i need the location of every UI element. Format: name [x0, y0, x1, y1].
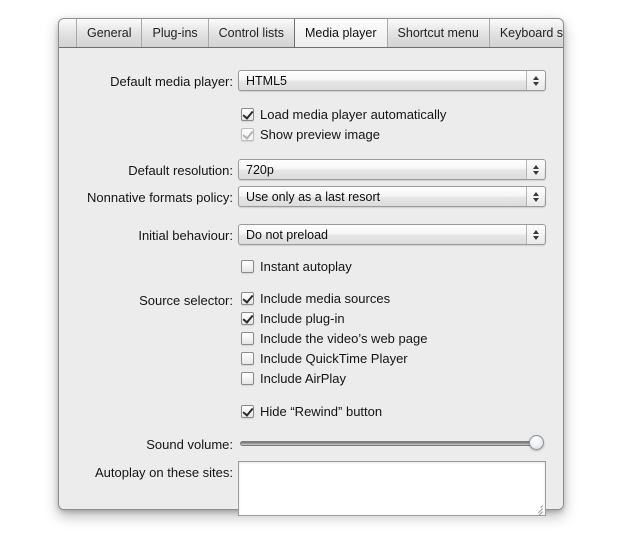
include-airplay-checkbox[interactable]	[241, 372, 254, 385]
tab-bar-spacer-left	[59, 19, 77, 47]
tab-keyboard-shortcuts-label: Keyboard shortcuts	[499, 26, 563, 40]
sound-volume-label: Sound volume:	[146, 437, 233, 452]
sound-volume-thumb[interactable]	[529, 435, 544, 450]
initial-behaviour-select[interactable]: Do not preload	[238, 224, 546, 245]
default-resolution-select[interactable]: 720p	[238, 159, 546, 180]
default-media-player-select[interactable]: HTML5	[238, 70, 546, 91]
include-web-page-checkbox[interactable]	[241, 332, 254, 345]
include-airplay-label: Include AirPlay	[260, 371, 346, 386]
tab-general-label: General	[87, 26, 132, 40]
include-plug-in-checkbox-row[interactable]: Include plug-in	[241, 311, 345, 326]
hide-rewind-checkbox[interactable]	[241, 405, 254, 418]
load-automatically-checkbox-row[interactable]: Load media player automatically	[241, 107, 446, 122]
chevron-updown-icon	[526, 225, 544, 244]
instant-autoplay-label: Instant autoplay	[260, 259, 352, 274]
sound-volume-slider[interactable]	[240, 433, 546, 452]
tab-control-lists[interactable]: Control lists	[207, 19, 295, 47]
include-web-page-label: Include the video’s web page	[260, 331, 428, 346]
default-media-player-label: Default media player:	[110, 74, 233, 89]
tab-general[interactable]: General	[76, 19, 143, 47]
default-resolution-value: 720p	[246, 162, 274, 177]
tab-control-lists-label: Control lists	[218, 26, 284, 40]
chevron-updown-icon	[526, 160, 544, 179]
show-preview-image-checkbox	[241, 128, 254, 141]
autoplay-sites-label: Autoplay on these sites:	[94, 465, 233, 480]
instant-autoplay-checkbox-row[interactable]: Instant autoplay	[241, 259, 352, 274]
tab-shortcut-menu-label: Shortcut menu	[397, 26, 479, 40]
chevron-updown-icon	[526, 71, 544, 90]
instant-autoplay-checkbox[interactable]	[241, 260, 254, 273]
hide-rewind-checkbox-row[interactable]: Hide “Rewind” button	[241, 404, 382, 419]
include-media-sources-label: Include media sources	[260, 291, 391, 306]
tab-plug-ins-label: Plug-ins	[152, 26, 198, 40]
media-player-pane: Default media player: HTML5 Load media p…	[59, 48, 563, 516]
source-selector-label: Source selector:	[139, 293, 233, 308]
sound-volume-track[interactable]	[240, 441, 540, 446]
show-preview-image-label: Show preview image	[260, 127, 380, 142]
resize-grip-icon[interactable]	[533, 503, 543, 515]
load-automatically-checkbox[interactable]	[241, 108, 254, 121]
initial-behaviour-value: Do not preload	[246, 227, 329, 242]
nonnative-formats-policy-select[interactable]: Use only as a last resort	[238, 186, 546, 207]
tab-plug-ins[interactable]: Plug-ins	[141, 19, 209, 47]
tab-bar: General Plug-ins Control lists Media pla…	[59, 19, 563, 48]
include-media-sources-checkbox[interactable]	[241, 292, 254, 305]
preferences-window: General Plug-ins Control lists Media pla…	[58, 18, 564, 516]
autoplay-sites-textarea[interactable]	[238, 461, 546, 516]
default-media-player-value: HTML5	[246, 73, 287, 88]
hide-rewind-label: Hide “Rewind” button	[260, 404, 383, 419]
nonnative-formats-policy-value: Use only as a last resort	[246, 189, 381, 204]
include-quicktime-player-checkbox-row[interactable]: Include QuickTime Player	[241, 351, 408, 366]
tab-keyboard-shortcuts[interactable]: Keyboard shortcuts	[488, 19, 563, 47]
initial-behaviour-label: Initial behaviour:	[138, 228, 233, 243]
include-quicktime-player-checkbox[interactable]	[241, 352, 254, 365]
include-airplay-checkbox-row[interactable]: Include AirPlay	[241, 371, 346, 386]
include-quicktime-player-label: Include QuickTime Player	[260, 351, 408, 366]
include-plug-in-label: Include plug-in	[260, 311, 345, 326]
show-preview-image-checkbox-row: Show preview image	[241, 127, 380, 142]
include-web-page-checkbox-row[interactable]: Include the video’s web page	[241, 331, 427, 346]
load-automatically-label: Load media player automatically	[260, 107, 447, 122]
screenshot-root: General Plug-ins Control lists Media pla…	[0, 0, 622, 542]
include-media-sources-checkbox-row[interactable]: Include media sources	[241, 291, 390, 306]
default-resolution-label: Default resolution:	[128, 163, 233, 178]
tab-media-player[interactable]: Media player	[293, 19, 388, 47]
nonnative-formats-policy-label: Nonnative formats policy:	[87, 190, 233, 205]
chevron-updown-icon	[526, 187, 544, 206]
tab-media-player-label: Media player	[304, 26, 377, 40]
tab-shortcut-menu[interactable]: Shortcut menu	[386, 19, 490, 47]
include-plug-in-checkbox[interactable]	[241, 312, 254, 325]
